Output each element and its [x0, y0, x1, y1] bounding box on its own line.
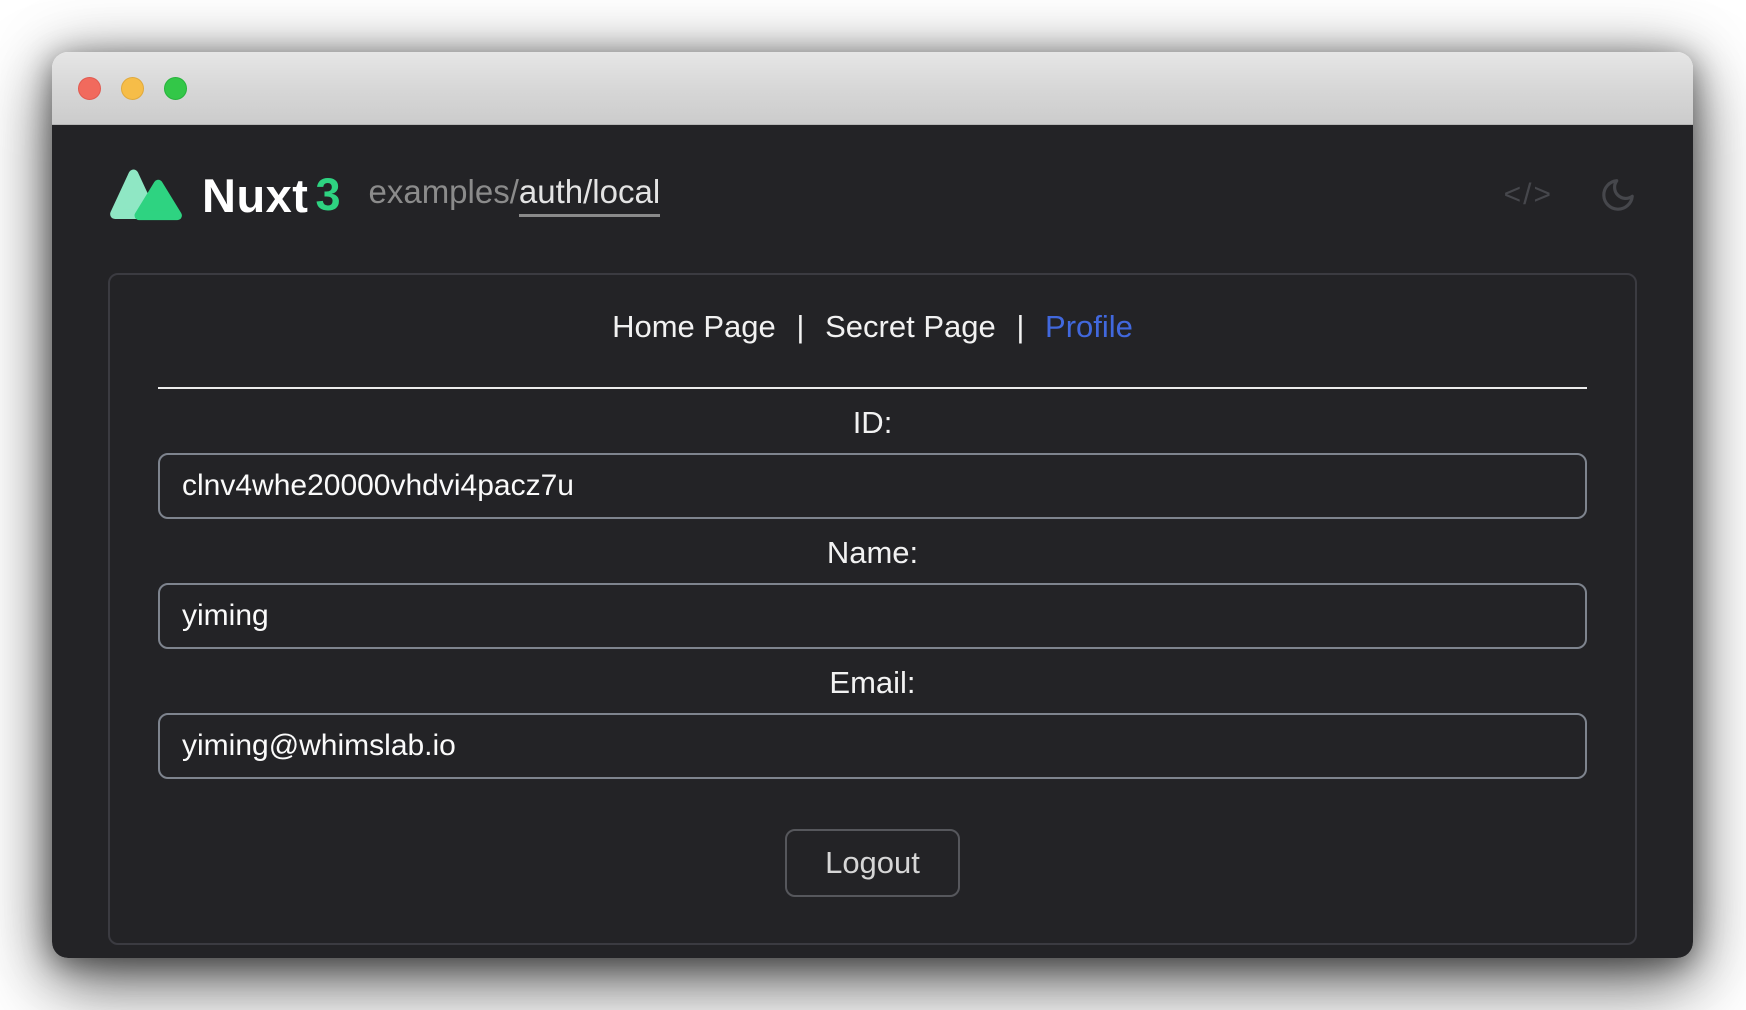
card-actions: Logout	[158, 829, 1587, 897]
breadcrumb: examples/ auth/local	[368, 173, 660, 217]
zoom-window-button[interactable]	[164, 77, 187, 100]
email-field-group: Email:	[158, 665, 1587, 779]
nav-link-secret-page[interactable]: Secret Page	[825, 309, 996, 344]
close-window-button[interactable]	[78, 77, 101, 100]
breadcrumb-link[interactable]: auth/local	[519, 173, 660, 217]
logout-button[interactable]: Logout	[785, 829, 960, 897]
nav-link-profile[interactable]: Profile	[1045, 309, 1133, 344]
id-field-group: ID:	[158, 405, 1587, 519]
brand-name: Nuxt	[202, 168, 308, 223]
browser-window: Nuxt 3 examples/ auth/local </> Home Pag…	[52, 52, 1693, 958]
traffic-lights	[78, 77, 187, 100]
app-header: Nuxt 3 examples/ auth/local </>	[108, 165, 1637, 225]
desktop-background: Nuxt 3 examples/ auth/local </> Home Pag…	[0, 0, 1746, 1010]
name-input[interactable]	[158, 583, 1587, 649]
email-input[interactable]	[158, 713, 1587, 779]
id-label: ID:	[158, 405, 1587, 441]
source-code-icon[interactable]: </>	[1504, 178, 1553, 212]
breadcrumb-prefix: examples/	[368, 173, 518, 211]
window-titlebar[interactable]	[52, 52, 1693, 125]
page-content: Nuxt 3 examples/ auth/local </> Home Pag…	[52, 125, 1693, 958]
profile-card: Home Page | Secret Page | Profile ID: Na…	[108, 273, 1637, 945]
page-nav: Home Page | Secret Page | Profile	[158, 309, 1587, 345]
nav-separator: |	[796, 309, 804, 344]
nav-separator: |	[1016, 309, 1024, 344]
minimize-window-button[interactable]	[121, 77, 144, 100]
brand-version: 3	[315, 169, 340, 221]
id-input[interactable]	[158, 453, 1587, 519]
nav-link-home-page[interactable]: Home Page	[612, 309, 776, 344]
nuxt-logo-icon	[108, 166, 186, 224]
name-field-group: Name:	[158, 535, 1587, 649]
email-label: Email:	[158, 665, 1587, 701]
dark-mode-toggle-icon[interactable]	[1599, 176, 1637, 214]
nav-divider	[158, 387, 1587, 389]
name-label: Name:	[158, 535, 1587, 571]
